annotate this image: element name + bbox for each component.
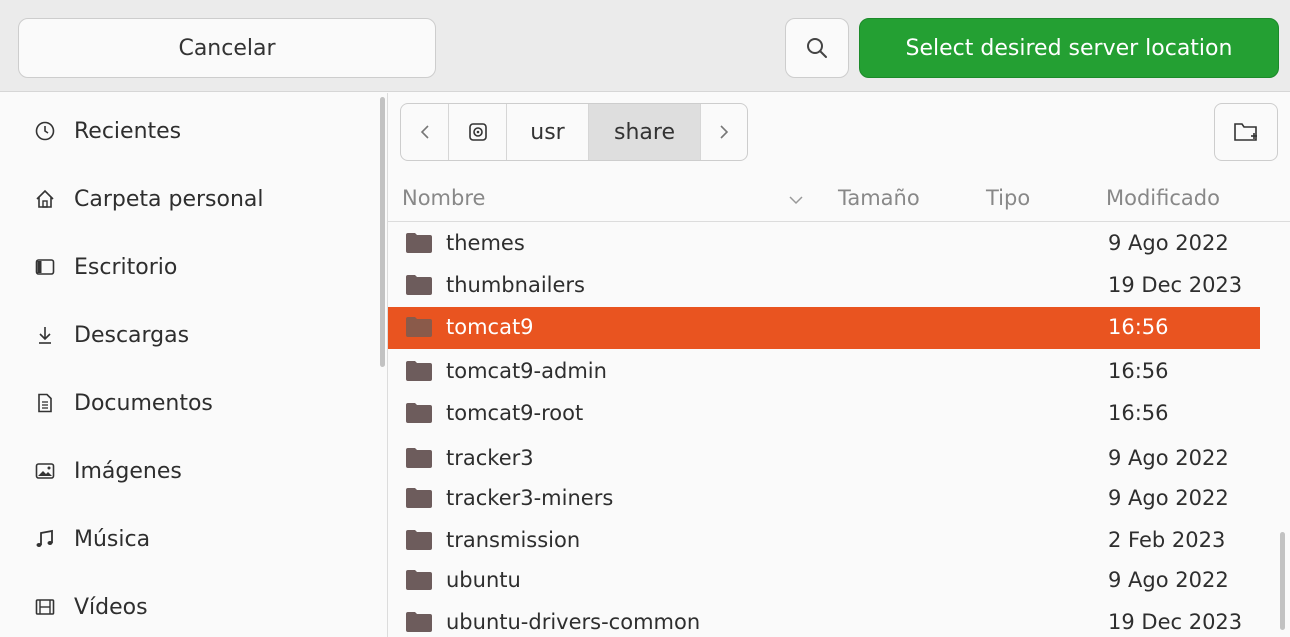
chevron-left-icon — [420, 125, 429, 139]
path-segment-root[interactable] — [449, 104, 507, 160]
file-row[interactable]: tracker3 9 Ago 2022 — [388, 438, 1260, 480]
sidebar-item-musica[interactable]: Música — [0, 511, 380, 567]
file-name: themes — [446, 231, 525, 255]
drive-icon — [468, 123, 487, 141]
sort-chevron-down-icon[interactable] — [788, 194, 804, 206]
folder-icon — [406, 488, 432, 508]
file-name: tracker3 — [446, 446, 534, 470]
sidebar-item-label: Documentos — [74, 390, 213, 416]
file-row[interactable]: themes 9 Ago 2022 — [388, 223, 1260, 265]
folder-icon — [406, 612, 432, 632]
sidebar-item-videos[interactable]: Vídeos — [0, 579, 380, 635]
file-row[interactable]: ubuntu 9 Ago 2022 — [388, 560, 1260, 602]
sidebar-item-label: Descargas — [74, 322, 190, 348]
folder-icon — [406, 530, 432, 550]
path-segment-share[interactable]: share — [589, 104, 701, 160]
folder-icon — [406, 233, 432, 253]
file-modified: 9 Ago 2022 — [1108, 568, 1229, 592]
sidebar-item-escritorio[interactable]: Escritorio — [0, 239, 380, 295]
path-segment-usr[interactable]: usr — [507, 104, 589, 160]
music-icon — [32, 526, 58, 552]
folder-icon — [406, 275, 432, 295]
new-folder-button[interactable] — [1214, 103, 1278, 161]
clock-icon — [32, 118, 58, 144]
file-modified: 19 Dec 2023 — [1108, 610, 1243, 634]
download-icon — [32, 322, 58, 348]
new-folder-icon — [1234, 123, 1257, 141]
file-row[interactable]: transmission 2 Feb 2023 — [388, 520, 1260, 562]
folder-icon — [406, 317, 432, 337]
file-name: thumbnailers — [446, 273, 585, 297]
sidebar-item-label: Recientes — [74, 118, 182, 144]
column-modified[interactable]: Modificado — [1106, 186, 1220, 210]
file-row[interactable]: ubuntu-drivers-common 19 Dec 2023 — [388, 602, 1260, 637]
sidebar-item-descargas[interactable]: Descargas — [0, 307, 380, 363]
column-size[interactable]: Tamaño — [838, 186, 920, 210]
file-name: tomcat9 — [446, 315, 534, 339]
sidebar-scrollbar[interactable] — [380, 97, 385, 367]
sidebar-item-recientes[interactable]: Recientes — [0, 103, 380, 159]
file-list-scrollbar[interactable] — [1280, 532, 1285, 630]
sidebar-item-documentos[interactable]: Documentos — [0, 375, 380, 431]
folder-icon — [406, 361, 432, 381]
path-back-button[interactable] — [401, 104, 449, 160]
path-forward-button[interactable] — [701, 104, 747, 160]
search-button[interactable] — [785, 18, 849, 78]
file-row[interactable]: tomcat9-root 16:56 — [388, 393, 1260, 435]
sidebar-item-label: Música — [74, 526, 151, 552]
desktop-icon — [32, 254, 58, 280]
file-name: tomcat9-root — [446, 401, 584, 425]
file-name: tomcat9-admin — [446, 359, 607, 383]
file-name: ubuntu-drivers-common — [446, 610, 701, 634]
file-row-selected[interactable]: tomcat9 16:56 — [388, 307, 1260, 349]
file-modified: 19 Dec 2023 — [1108, 273, 1243, 297]
search-icon — [807, 38, 827, 58]
sidebar-item-carpeta-personal[interactable]: Carpeta personal — [0, 171, 380, 227]
sidebar-item-label: Imágenes — [74, 458, 182, 484]
file-modified: 16:56 — [1108, 359, 1169, 383]
image-icon — [32, 458, 58, 484]
folder-icon — [406, 403, 432, 423]
sidebar-item-label: Vídeos — [74, 594, 148, 620]
column-header: Nombre Tamaño Tipo Modificado — [388, 176, 1290, 222]
places-sidebar: Recientes Carpeta personal Escritorio De… — [0, 93, 384, 637]
folder-icon — [406, 448, 432, 468]
column-type[interactable]: Tipo — [986, 186, 1030, 210]
chevron-right-icon — [720, 125, 729, 139]
sidebar-item-label: Escritorio — [74, 254, 178, 280]
file-row[interactable]: tomcat9-admin 16:56 — [388, 351, 1260, 393]
file-name: tracker3-miners — [446, 486, 614, 510]
column-name[interactable]: Nombre — [402, 186, 485, 210]
select-location-button[interactable]: Select desired server location — [859, 18, 1279, 78]
path-bar: usr share — [400, 103, 748, 161]
sidebar-item-imagenes[interactable]: Imágenes — [0, 443, 380, 499]
home-icon — [32, 186, 58, 212]
document-icon — [32, 390, 58, 416]
sidebar-item-label: Carpeta personal — [74, 186, 264, 212]
file-modified: 9 Ago 2022 — [1108, 446, 1229, 470]
file-row[interactable]: thumbnailers 19 Dec 2023 — [388, 265, 1260, 307]
file-modified: 9 Ago 2022 — [1108, 231, 1229, 255]
file-modified: 16:56 — [1108, 315, 1169, 339]
dialog-header: Cancelar Select desired server location — [0, 0, 1290, 92]
cancel-button[interactable]: Cancelar — [18, 18, 436, 78]
video-icon — [32, 594, 58, 620]
file-name: transmission — [446, 528, 581, 552]
file-modified: 16:56 — [1108, 401, 1169, 425]
folder-icon — [406, 570, 432, 590]
file-name: ubuntu — [446, 568, 521, 592]
file-modified: 9 Ago 2022 — [1108, 486, 1229, 510]
file-modified: 2 Feb 2023 — [1108, 528, 1226, 552]
file-row[interactable]: tracker3-miners 9 Ago 2022 — [388, 478, 1260, 520]
